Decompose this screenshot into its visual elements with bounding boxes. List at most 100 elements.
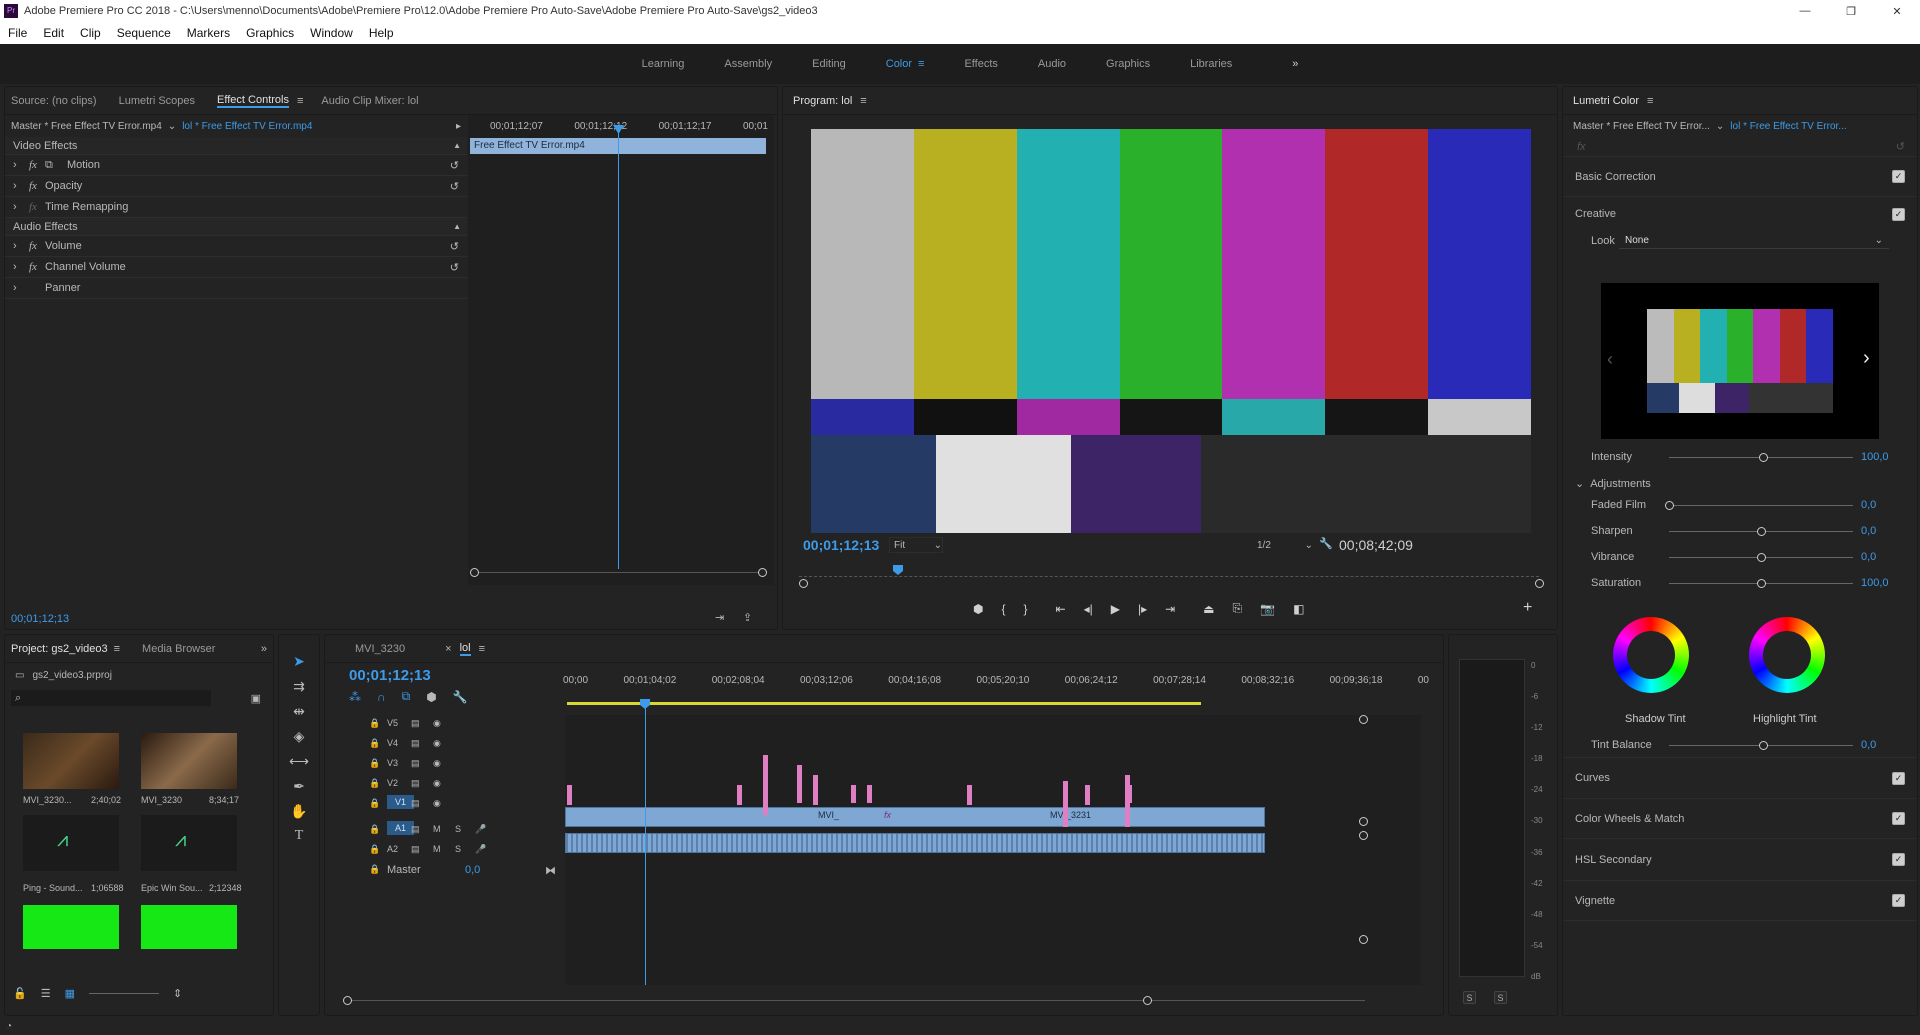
type-tool-icon[interactable]: T [295, 828, 304, 844]
filter-clip-icon[interactable]: ⇥ [715, 611, 724, 624]
track-label[interactable]: A1 [387, 821, 415, 835]
h-scroll-left-handle[interactable] [343, 996, 352, 1005]
solo-icon[interactable]: S [455, 824, 461, 834]
nest-icon[interactable]: ⁂ [349, 690, 361, 704]
track-label[interactable]: V3 [387, 758, 398, 768]
lock-icon[interactable]: 🔓 [13, 987, 27, 1000]
effect-row-opacity[interactable]: › fx Opacity ↺ [5, 176, 467, 197]
search-input[interactable]: ⌕ [11, 690, 211, 706]
selection-tool-icon[interactable]: ➤ [293, 653, 305, 670]
track-label[interactable]: V4 [387, 738, 398, 748]
section-hsl-secondary[interactable]: HSL Secondary ✓ [1563, 839, 1917, 881]
section-curves[interactable]: Curves ✓ [1563, 757, 1917, 799]
program-scrubber[interactable] [799, 569, 1539, 577]
go-to-out-icon[interactable]: ⇥ [1165, 602, 1175, 616]
effect-controls-timecode[interactable]: 00;01;12;13 [11, 613, 69, 625]
play-icon[interactable]: ▶ [1111, 602, 1120, 616]
eye-icon[interactable]: ◉ [433, 718, 441, 729]
solo-right-button[interactable]: S [1494, 991, 1507, 1004]
expand-chevron-icon[interactable]: › [13, 159, 29, 171]
comparison-view-icon[interactable]: ◧ [1293, 602, 1304, 616]
effect-row-panner[interactable]: › Panner [5, 278, 467, 299]
program-timecode[interactable]: 00;01;12;13 [803, 537, 879, 553]
panel-menu-icon[interactable]: ≡ [297, 95, 303, 107]
graphic-clip[interactable] [813, 775, 818, 805]
mark-out-icon[interactable]: } [1024, 602, 1028, 616]
menu-clip[interactable]: Clip [80, 26, 101, 40]
snap-icon[interactable]: ∩ [377, 690, 386, 704]
collapse-up-icon[interactable]: ▲ [453, 222, 461, 231]
hsl-secondary-checkbox[interactable]: ✓ [1892, 853, 1905, 866]
track-label[interactable]: V2 [387, 778, 398, 788]
scroll-left-handle[interactable] [799, 579, 808, 588]
thumb-green-person[interactable] [141, 905, 237, 949]
slip-tool-icon[interactable]: ⟷ [289, 753, 309, 770]
solo-icon[interactable]: S [455, 844, 461, 854]
maximize-icon[interactable]: ❐ [1828, 5, 1874, 18]
reset-icon[interactable]: ↺ [450, 240, 459, 253]
section-color-wheels[interactable]: Color Wheels & Match ✓ [1563, 799, 1917, 839]
thumb-ping-sound[interactable]: ⩘ [23, 815, 119, 871]
reset-icon[interactable]: ↺ [450, 180, 459, 193]
tab-sequence-lol[interactable]: lol [459, 642, 471, 656]
menu-graphics[interactable]: Graphics [246, 26, 294, 40]
fit-dropdown[interactable]: Fit ⌄ [889, 537, 943, 553]
sync-lock-icon[interactable]: ▤ [411, 798, 420, 809]
motion-transform-icon[interactable]: ⧉ [45, 159, 67, 172]
expand-chevron-icon[interactable]: › [13, 240, 29, 252]
tab-audio-clip-mixer[interactable]: Audio Clip Mixer: lol [321, 95, 418, 107]
section-basic-correction[interactable]: Basic Correction ✓ [1563, 157, 1917, 197]
eye-icon[interactable]: ◉ [433, 738, 441, 749]
menu-markers[interactable]: Markers [187, 26, 230, 40]
tint-balance-value[interactable]: 0,0 [1861, 739, 1876, 751]
mini-zoom-right-handle[interactable] [758, 568, 767, 577]
mini-zoom-scroll[interactable] [474, 572, 766, 573]
fx-icon[interactable]: fx [1577, 141, 1586, 153]
expand-chevron-icon[interactable]: › [13, 201, 29, 213]
expand-chevron-icon[interactable]: › [13, 261, 29, 273]
master-clip-label[interactable]: Master * Free Effect TV Error.mp4 [11, 121, 162, 132]
tint-balance-knob[interactable] [1759, 741, 1768, 750]
tab-source[interactable]: Source: (no clips) [11, 95, 97, 107]
workspace-libraries[interactable]: Libraries [1190, 58, 1232, 70]
sequence-clip-label[interactable]: lol * Free Effect TV Error.mp4 [182, 121, 312, 132]
eye-icon[interactable]: ◉ [433, 778, 441, 789]
panel-menu-icon[interactable]: ≡ [479, 643, 485, 655]
add-button-icon[interactable]: + [1523, 599, 1532, 617]
pen-tool-icon[interactable]: ✒ [293, 778, 305, 795]
track-label[interactable]: V5 [387, 718, 398, 728]
export-frame-icon[interactable]: 📷 [1260, 602, 1275, 616]
panel-menu-icon[interactable]: ≡ [860, 95, 866, 107]
play-small-icon[interactable]: ▸ [456, 121, 461, 132]
wrench-icon[interactable]: 🔧 [453, 690, 468, 704]
work-area-bar[interactable] [567, 702, 1201, 705]
video-scroll-top-handle[interactable] [1359, 715, 1368, 724]
icon-view-icon[interactable]: ▦ [65, 987, 75, 1000]
fx-icon[interactable]: fx [29, 240, 45, 252]
workspace-learning[interactable]: Learning [642, 58, 685, 70]
tab-lumetri-color[interactable]: Lumetri Color [1573, 95, 1639, 107]
graphic-clip[interactable] [1063, 781, 1068, 827]
reset-icon[interactable]: ↺ [450, 159, 459, 172]
track-select-tool-icon[interactable]: ⇉ [293, 678, 305, 695]
menu-file[interactable]: File [8, 26, 27, 40]
step-forward-icon[interactable]: |▸ [1138, 602, 1147, 616]
tab-program[interactable]: Program: lol [793, 95, 852, 107]
linked-selection-icon[interactable]: ⧉ [402, 689, 411, 704]
fx-icon[interactable]: fx [29, 159, 45, 171]
solo-left-button[interactable]: S [1463, 991, 1476, 1004]
effect-row-volume[interactable]: › fx Volume ↺ [5, 236, 467, 257]
effect-row-motion[interactable]: › fx ⧉ Motion ↺ [5, 155, 467, 176]
menu-help[interactable]: Help [369, 26, 394, 40]
thumb-green-screen[interactable] [23, 905, 119, 949]
adjustment-value[interactable]: 100,0 [1861, 577, 1889, 589]
workspace-color[interactable]: Color [886, 58, 912, 70]
zoom-slider[interactable] [88, 993, 159, 994]
resolution-dropdown[interactable]: 1/2 ⌄ [1253, 537, 1313, 553]
voice-over-icon[interactable]: 🎤 [475, 844, 486, 855]
tab-media-browser[interactable]: Media Browser [142, 643, 215, 655]
go-to-in-icon[interactable]: ⇤ [1056, 602, 1066, 616]
reset-icon[interactable]: ↺ [450, 261, 459, 274]
adjustment-slider[interactable] [1669, 505, 1853, 506]
graphic-clip[interactable] [1127, 785, 1132, 803]
